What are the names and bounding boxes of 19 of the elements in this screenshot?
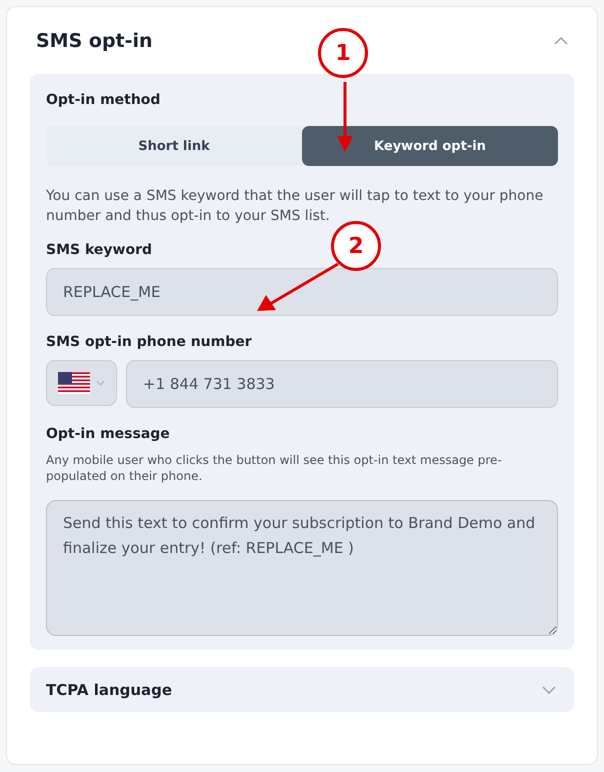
phone-field[interactable]: +1 844 731 3833 — [126, 360, 558, 408]
keyword-field[interactable]: REPLACE_ME — [46, 268, 558, 316]
field-label: SMS keyword — [46, 242, 152, 258]
field-label: Opt-in message — [46, 426, 170, 442]
help-text: Any mobile user who clicks the button will see this opt-in text message pre-populated on their phone. — [46, 452, 503, 484]
field-label: Opt-in method — [46, 92, 160, 108]
collapsed-panel[interactable]: TCPA language — [30, 667, 574, 712]
message-field[interactable]: Send this text to confirm your subscription to Brand Demo and finalize your entry! (ref: REPLACE_ME ) — [46, 500, 558, 636]
chevron-icon[interactable] — [554, 36, 568, 44]
option-tab[interactable]: Keyword opt-in — [302, 126, 558, 166]
field-label: SMS opt-in phone number — [46, 334, 252, 350]
caret-icon — [96, 380, 105, 386]
section-title: SMS opt-in — [36, 30, 153, 52]
option-tab[interactable]: Short link — [46, 126, 302, 166]
arrow — [337, 82, 353, 152]
chevron-icon[interactable] — [542, 686, 556, 694]
country-select[interactable] — [46, 360, 117, 406]
panel-title: TCPA language — [46, 680, 172, 698]
flag-icon — [58, 372, 90, 394]
